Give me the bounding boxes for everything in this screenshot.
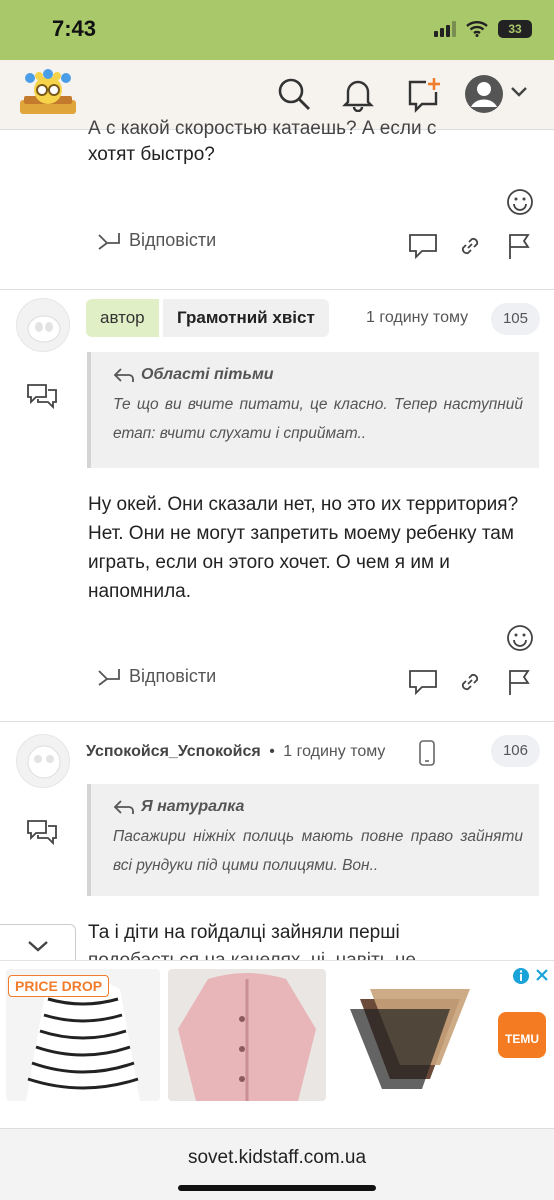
author-name[interactable]: Грамотний хвіст — [163, 299, 329, 337]
quote-text: Те що ви вчите питати, це класно. Тепер … — [113, 396, 523, 442]
comment-text-partial: подобається на качелях, чі, навіть не — [88, 946, 528, 960]
reply-button[interactable]: Відповісти — [95, 230, 216, 251]
reply-label: Відповісти — [129, 666, 217, 686]
ad-close-icon[interactable] — [534, 967, 550, 983]
author-badge: автор — [86, 299, 159, 337]
chevron-down-icon[interactable] — [510, 86, 528, 98]
author-name[interactable]: Успокойся_Успокойся — [86, 743, 261, 760]
emoji-reaction-icon[interactable] — [506, 188, 534, 216]
avatar-image — [27, 745, 61, 779]
reply-label: Відповісти — [129, 230, 217, 250]
url-text[interactable]: sovet.kidstaff.com.ua — [0, 1147, 554, 1169]
chat-icon[interactable] — [26, 818, 58, 846]
previous-comment: А с какой скоростью катаешь? А если с хо… — [0, 118, 554, 290]
bell-icon[interactable] — [340, 76, 376, 112]
ad-image-pink-cardigan[interactable] — [168, 969, 326, 1101]
comment-icon[interactable] — [408, 232, 438, 260]
comment-105: автор Грамотний хвіст 1 годину тому 105 … — [0, 290, 554, 722]
quote-author[interactable]: Області пітьми — [113, 366, 523, 384]
avatar-image — [27, 315, 61, 343]
new-topic-icon[interactable] — [404, 76, 442, 114]
reply-back-icon — [113, 800, 134, 814]
comment-number[interactable]: 105 — [490, 303, 540, 335]
ad-image-underwear-set[interactable] — [330, 969, 490, 1101]
emoji-reaction-icon[interactable] — [506, 624, 534, 652]
flag-icon[interactable] — [506, 668, 532, 696]
separator: • — [269, 743, 275, 760]
status-bar: 7:43 33 — [0, 0, 554, 60]
comment-text-partial: А с какой скоростью катаешь? А если с — [88, 118, 437, 139]
reply-icon — [98, 232, 120, 250]
flag-icon[interactable] — [506, 232, 532, 260]
clock: 7:43 — [52, 16, 97, 41]
search-icon[interactable] — [276, 76, 312, 112]
home-indicator — [178, 1185, 376, 1191]
comment-106: Успокойся_Успокойся • 1 годину тому 106 … — [0, 722, 554, 962]
chat-icon[interactable] — [26, 382, 58, 410]
avatar[interactable] — [16, 298, 70, 352]
ad-info-icon[interactable] — [512, 967, 530, 985]
battery-indicator: 33 — [498, 20, 532, 38]
author-line: Успокойся_Успокойся • 1 годину тому — [86, 743, 385, 761]
temu-logo[interactable]: TEMU — [498, 1012, 546, 1058]
avatar[interactable] — [16, 734, 70, 788]
quote-text: Пасажири ніжніх полиць мають повне право… — [113, 828, 523, 874]
browser-address-bar[interactable]: sovet.kidstaff.com.ua — [0, 1128, 554, 1200]
reply-button[interactable]: Відповісти — [95, 666, 216, 687]
reply-back-icon — [113, 368, 134, 382]
reply-icon — [98, 668, 120, 686]
quote-author-name: Області пітьми — [141, 366, 274, 383]
quote-author[interactable]: Я натуралка — [113, 798, 523, 816]
site-logo[interactable] — [16, 68, 80, 120]
comment-icon[interactable] — [408, 668, 438, 696]
wifi-icon — [466, 21, 488, 37]
link-icon[interactable] — [458, 670, 482, 694]
user-avatar-icon[interactable] — [464, 74, 504, 114]
mobile-device-icon — [419, 740, 435, 766]
chevron-down-icon — [27, 941, 48, 952]
price-drop-badge: PRICE DROP — [8, 975, 110, 997]
comment-time: 1 годину тому — [283, 743, 386, 760]
comment-number[interactable]: 106 — [490, 735, 540, 767]
signal-icon — [434, 21, 456, 37]
quote-block: Області пітьми Те що ви вчите питати, це… — [87, 352, 539, 468]
link-icon[interactable] — [458, 234, 482, 258]
quote-block: Я натуралка Пасажири ніжніх полиць мають… — [87, 784, 539, 896]
comment-text: Ну окей. Они сказали нет, но это их терр… — [88, 494, 519, 602]
comment-time: 1 годину тому — [366, 309, 469, 326]
quote-author-name: Я натуралка — [141, 798, 245, 815]
comment-text: хотят быстро? — [88, 144, 215, 165]
ad-banner[interactable]: PRICE DROP — [0, 960, 554, 1108]
comment-text: Та і діти на гойдалці зайняли перші — [88, 922, 400, 943]
